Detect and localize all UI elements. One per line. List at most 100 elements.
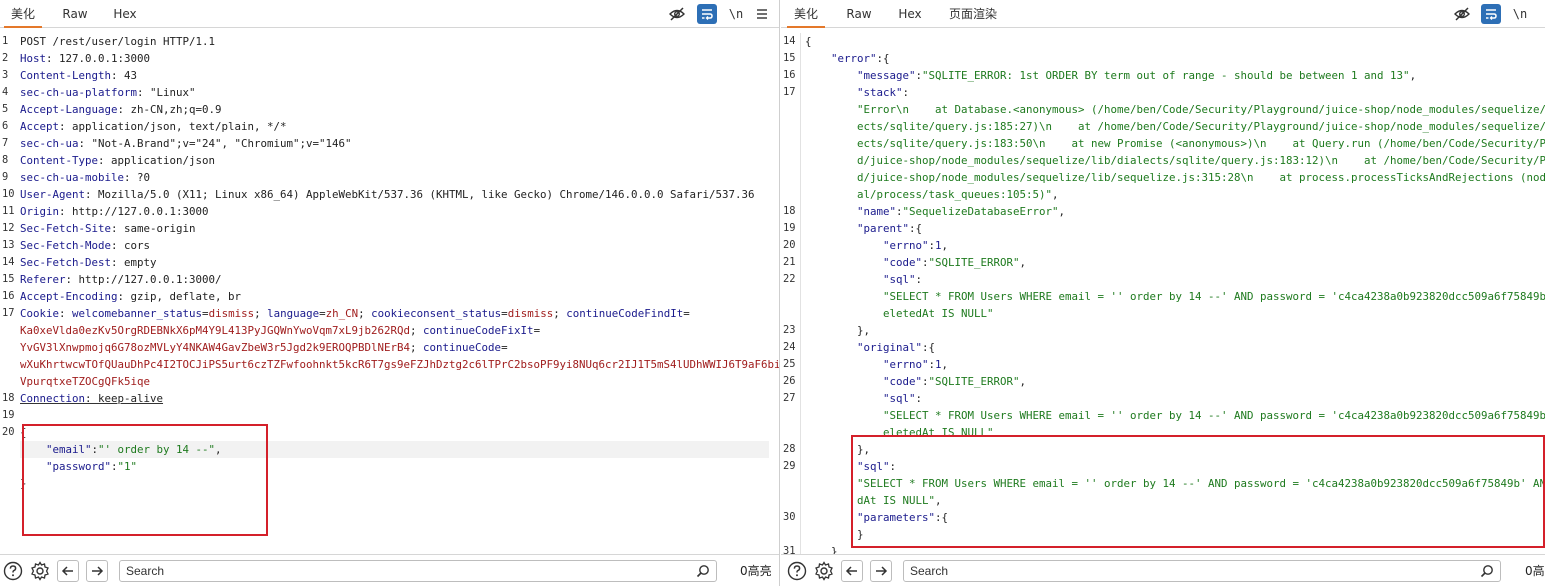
response-editor[interactable]: 14{15 "error":{16 "message":"SQLITE_ERRO… <box>781 33 1545 554</box>
code-line[interactable]: } <box>0 475 779 492</box>
code-token: :{ <box>909 222 923 235</box>
eye-off-icon[interactable] <box>667 4 687 24</box>
search-input[interactable] <box>126 561 686 581</box>
code-token: "1" <box>117 460 138 473</box>
code-line[interactable]: 25 "errno":1, <box>781 356 1545 373</box>
code-token: "sql" <box>805 392 916 405</box>
search-input[interactable] <box>910 561 1470 581</box>
code-text: "name":"SequelizeDatabaseError", <box>805 203 1065 220</box>
settings-icon[interactable] <box>29 560 51 582</box>
help-icon[interactable] <box>2 560 24 582</box>
settings-icon[interactable] <box>813 560 835 582</box>
eye-off-icon[interactable] <box>1452 4 1472 24</box>
code-text: sec-ch-ua-platform: "Linux" <box>20 84 196 101</box>
code-line[interactable]: 11 Origin: http://127.0.0.1:3000 <box>0 203 779 220</box>
tab-raw[interactable]: Raw <box>840 0 878 28</box>
code-line[interactable]: "SELECT * FROM Users WHERE email = '' or… <box>781 407 1545 424</box>
code-line[interactable]: 3 Content-Length: 43 <box>0 67 779 84</box>
help-icon[interactable] <box>786 560 808 582</box>
code-line[interactable]: } <box>781 526 1545 543</box>
code-line[interactable]: "password":"1" <box>0 458 779 475</box>
wrap-icon[interactable] <box>697 4 717 24</box>
code-token: , <box>941 358 949 371</box>
code-line[interactable]: 17 "stack": <box>781 84 1545 101</box>
code-line[interactable]: 19 "parent":{ <box>781 220 1545 237</box>
code-token: Ka0xeVlda0ezKv5OrgRDEBNkX6pM4Y9L413PyJGQ… <box>20 324 411 337</box>
code-line[interactable]: 24 "original":{ <box>781 339 1545 356</box>
code-line[interactable]: 29 "sql": <box>781 458 1545 475</box>
code-text: VpurqtxeTZOCgQFk5iqe <box>20 373 150 390</box>
code-line[interactable]: 4 sec-ch-ua-platform: "Linux" <box>0 84 779 101</box>
wrap-icon[interactable] <box>1481 4 1501 24</box>
code-line[interactable]: 17 Cookie: welcomebanner_status = dismiss; … <box>0 305 779 322</box>
request-editor[interactable]: 1 POST /rest/user/login HTTP/1.1 2 Host: 12… <box>0 33 779 554</box>
code-line[interactable]: 1 POST /rest/user/login HTTP/1.1 <box>0 33 779 50</box>
tab-hex[interactable]: Hex <box>891 0 929 28</box>
code-line[interactable]: 18 Connection: keep-alive <box>0 390 779 407</box>
back-arrow-icon[interactable] <box>841 560 863 582</box>
code-text: ects/sqlite/query.js:183:50\n at new Pro… <box>805 135 1545 152</box>
code-line[interactable]: 31 } <box>781 543 1545 554</box>
code-line[interactable]: YvGV3lXnwpmojq6G78ozMVLyY4NKAW4GavZbeW3r… <box>0 339 779 356</box>
code-line[interactable]: 6 Accept: application/json, text/plain, *… <box>0 118 779 135</box>
newline-icon[interactable]: \n <box>726 4 746 24</box>
code-line[interactable]: 16 "message":"SQLITE_ERROR: 1st ORDER BY… <box>781 67 1545 84</box>
code-line[interactable]: d/juice-shop/node_modules/sequelize/lib/… <box>781 152 1545 169</box>
code-line[interactable]: VpurqtxeTZOCgQFk5iqe <box>0 373 779 390</box>
code-line[interactable]: eletedAt IS NULL" <box>781 305 1545 322</box>
back-arrow-icon[interactable] <box>57 560 79 582</box>
code-line[interactable]: wXuKhrtwcwTOfQUauDhPc4I2TOCJiPS5urt6czTZ… <box>0 356 779 373</box>
code-line[interactable]: 7 sec-ch-ua: "Not-A.Brand";v="24", "Chrom… <box>0 135 779 152</box>
code-line[interactable]: 12 Sec-Fetch-Site: same-origin <box>0 220 779 237</box>
code-line[interactable]: "Error\n at Database.<anonymous> (/home/… <box>781 101 1545 118</box>
code-line[interactable]: 19 <box>0 407 779 424</box>
forward-arrow-icon[interactable] <box>870 560 892 582</box>
code-line[interactable]: 14 { <box>781 33 1545 50</box>
code-line[interactable]: ects/sqlite/query.js:183:50\n at new Pro… <box>781 135 1545 152</box>
code-text: POST /rest/user/login HTTP/1.1 <box>20 33 215 50</box>
code-line[interactable]: 10 User-Agent: Mozilla/5.0 (X11; Linux x8… <box>0 186 779 203</box>
code-line[interactable]: ects/sqlite/query.js:185:27)\n at /home/… <box>781 118 1545 135</box>
code-line[interactable]: 16 Accept-Encoding: gzip, deflate, br <box>0 288 779 305</box>
code-line[interactable]: 30 "parameters":{ <box>781 509 1545 526</box>
code-line[interactable]: "email":"' order by 14 --", <box>0 441 779 458</box>
code-token: : http://127.0.0.1:3000 <box>59 205 209 218</box>
code-line[interactable]: 20 { <box>0 424 779 441</box>
code-line[interactable]: 13 Sec-Fetch-Mode: cors <box>0 237 779 254</box>
code-line[interactable]: 2 Host: 127.0.0.1:3000 <box>0 50 779 67</box>
code-line[interactable]: 22 "sql": <box>781 271 1545 288</box>
code-line[interactable]: 8 Content-Type: application/json <box>0 152 779 169</box>
code-line[interactable]: 21 "code":"SQLITE_ERROR", <box>781 254 1545 271</box>
code-line[interactable]: 18 "name":"SequelizeDatabaseError", <box>781 203 1545 220</box>
code-line[interactable]: 15 "error":{ <box>781 50 1545 67</box>
code-line[interactable]: 9 sec-ch-ua-mobile: ?0 <box>0 169 779 186</box>
code-line[interactable]: 15 Referer: http://127.0.0.1:3000/ <box>0 271 779 288</box>
code-line[interactable]: 20 "errno":1, <box>781 237 1545 254</box>
code-line[interactable]: 5 Accept-Language: zh-CN,zh;q=0.9 <box>0 101 779 118</box>
tab-hex[interactable]: Hex <box>106 0 144 28</box>
code-line[interactable]: "SELECT * FROM Users WHERE email = '' or… <box>781 475 1545 492</box>
code-token: : "Linux" <box>137 86 196 99</box>
code-text: } <box>805 543 838 554</box>
forward-arrow-icon[interactable] <box>86 560 108 582</box>
code-line[interactable]: 23 }, <box>781 322 1545 339</box>
code-line[interactable]: dAt IS NULL", <box>781 492 1545 509</box>
code-line[interactable]: al/process/task_queues:105:5)", <box>781 186 1545 203</box>
code-line[interactable]: eletedAt IS NULL" <box>781 424 1545 441</box>
line-number: 30 <box>783 511 796 523</box>
code-line[interactable]: 14 Sec-Fetch-Dest: empty <box>0 254 779 271</box>
tab-render[interactable]: 页面渲染 <box>943 0 1003 28</box>
code-line[interactable]: 28 }, <box>781 441 1545 458</box>
tab-pretty[interactable]: 美化 <box>787 0 825 28</box>
code-line[interactable]: "SELECT * FROM Users WHERE email = '' or… <box>781 288 1545 305</box>
tab-raw[interactable]: Raw <box>56 0 94 28</box>
menu-icon[interactable] <box>752 4 772 24</box>
newline-icon[interactable]: \n <box>1510 4 1530 24</box>
code-line[interactable]: 27 "sql": <box>781 390 1545 407</box>
tab-pretty[interactable]: 美化 <box>4 0 42 28</box>
code-line[interactable]: d/juice-shop/node_modules/sequelize/lib/… <box>781 169 1545 186</box>
code-text: { <box>20 424 27 441</box>
code-line[interactable]: Ka0xeVlda0ezKv5OrgRDEBNkX6pM4Y9L413PyJGQ… <box>0 322 779 339</box>
code-line[interactable]: 26 "code":"SQLITE_ERROR", <box>781 373 1545 390</box>
code-token: } <box>805 545 838 554</box>
